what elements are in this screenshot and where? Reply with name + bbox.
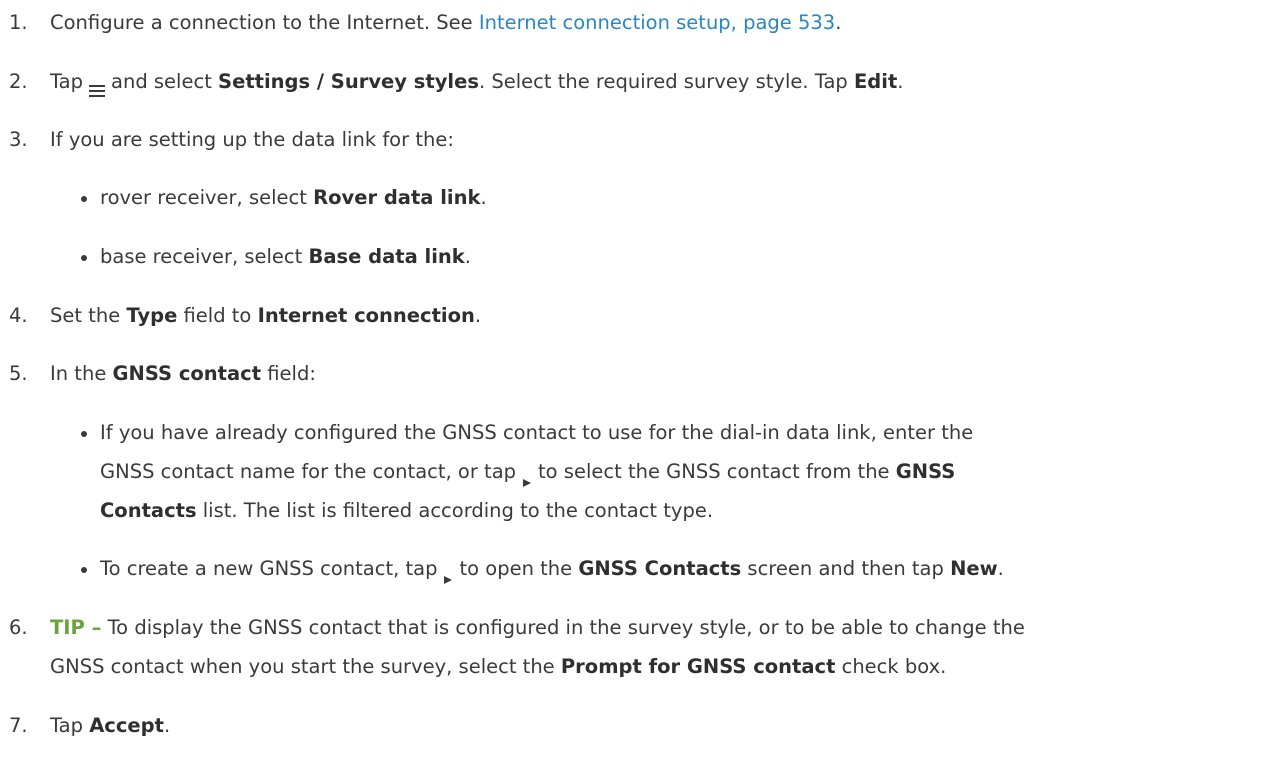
bullet-text-end: . — [997, 557, 1004, 580]
step-text-end: . — [897, 70, 904, 93]
tip-label: TIP – — [50, 616, 102, 639]
internet-connection-label: Internet connection — [257, 304, 475, 327]
bullet-text: If you have already configured the GNSS … — [100, 421, 974, 444]
gnss-contacts-label: GNSS Contacts — [578, 557, 742, 580]
right-triangle-arrow-icon[interactable] — [522, 466, 532, 487]
bullet-text: GNSS contact name for the contact, or ta… — [100, 460, 517, 483]
step-text: If you are setting up the data link for … — [50, 128, 454, 151]
step-text: Tap — [50, 714, 90, 737]
separator: / — [310, 70, 331, 93]
internet-connection-setup-link[interactable]: Internet connection setup, page 533 — [479, 11, 835, 34]
step-text-end: field: — [261, 362, 316, 385]
survey-styles-label: Survey styles — [330, 70, 479, 93]
bullet — [81, 255, 87, 261]
new-label: New — [950, 557, 998, 580]
step-number: 2. — [9, 70, 28, 93]
step-text-end: . — [474, 304, 482, 327]
tip-text: GNSS contact when you start the survey, … — [50, 655, 561, 678]
bullet-text: list. The list is filtered according to … — [196, 499, 714, 522]
step-text: Configure a connection to the Internet. … — [50, 11, 479, 34]
rover-data-link-label: Rover data link — [313, 186, 481, 209]
base-data-link-label: Base data link — [308, 245, 465, 268]
step-number: 5. — [9, 362, 28, 385]
edit-label: Edit — [853, 70, 898, 93]
step-text-end: . — [835, 11, 842, 34]
accept-label: Accept — [89, 714, 164, 737]
step-text: field to — [177, 304, 258, 327]
step-number: 3. — [9, 128, 28, 151]
bullet-text-end: . — [480, 186, 487, 209]
gnss-contact-label: GNSS contact — [112, 362, 262, 385]
right-triangle-arrow-icon[interactable] — [443, 563, 453, 584]
prompt-for-gnss-contact-label: Prompt for GNSS contact — [560, 655, 836, 678]
bullet-text-end: . — [464, 245, 471, 268]
step-number: 7. — [9, 714, 28, 737]
step-number: 4. — [9, 304, 28, 327]
bullet-text: to select the GNSS contact from the — [538, 460, 896, 483]
bullet-text: To create a new GNSS contact, tap — [100, 557, 438, 580]
step-number: 6. — [9, 616, 28, 639]
gnss-label: GNSS — [895, 460, 956, 483]
step-text: and select — [111, 70, 219, 93]
bullet-text: rover receiver, select — [100, 186, 314, 209]
contacts-label: Contacts — [100, 499, 197, 522]
bullet — [81, 196, 87, 202]
type-label: Type — [126, 304, 178, 327]
bullet — [81, 431, 87, 437]
step-text-end: . — [163, 714, 171, 737]
step-text: Set the — [50, 304, 127, 327]
tip-text: To display the GNSS contact that is conf… — [101, 616, 1025, 639]
step-text: In the — [50, 362, 113, 385]
tip-text-end: check box. — [835, 655, 947, 678]
step-text: . Select the required survey style. Tap — [478, 70, 854, 93]
hamburger-menu-icon — [89, 75, 106, 97]
bullet-text: base receiver, select — [100, 245, 309, 268]
bullet-text: screen and then tap — [741, 557, 951, 580]
settings-label: Settings — [218, 70, 311, 93]
step-number: 1. — [9, 11, 28, 34]
bullet — [81, 567, 87, 573]
bullet-text: to open the — [459, 557, 579, 580]
step-text: Tap — [50, 70, 84, 93]
